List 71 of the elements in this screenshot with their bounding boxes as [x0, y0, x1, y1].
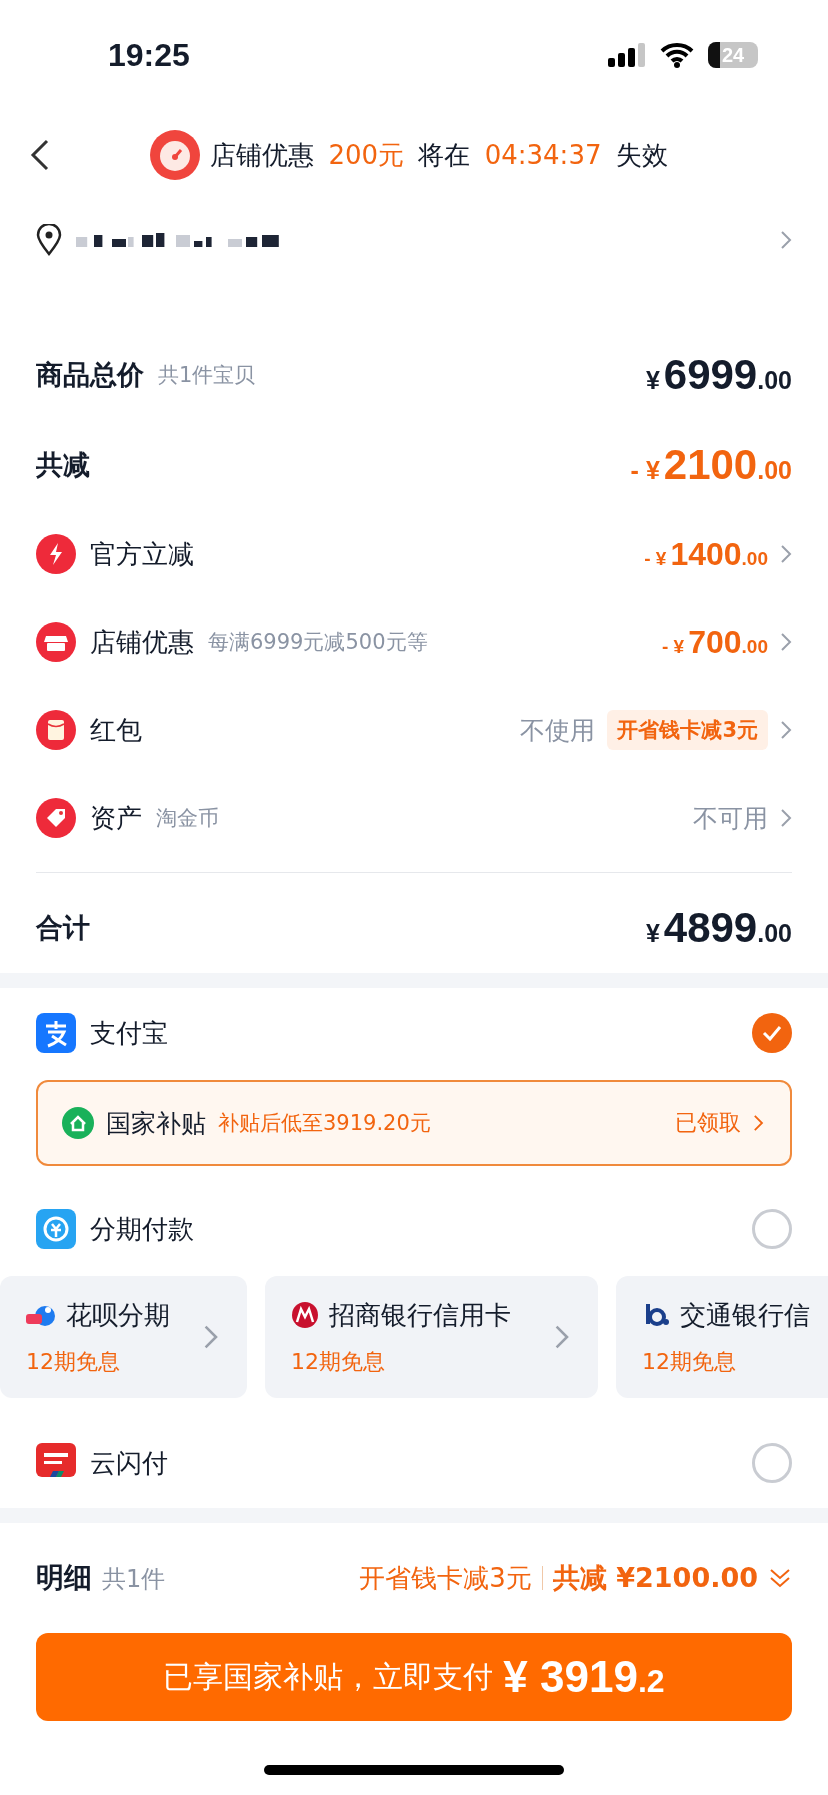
back-icon[interactable] — [30, 139, 50, 171]
discount-row[interactable]: 店铺优惠 每满6999元减500元等 - ¥700.00 — [36, 598, 792, 686]
row-label: 红包 — [90, 713, 142, 747]
plan-terms: 12期免息 — [26, 1347, 121, 1376]
store-icon — [36, 622, 76, 662]
battery-icon: 24 — [708, 42, 758, 68]
discount-row[interactable]: 红包 不使用 开省钱卡减3元 — [36, 686, 792, 774]
row-note: 共1件宝贝 — [158, 362, 256, 389]
installment-icon — [36, 1209, 76, 1249]
row-note: 每满6999元减500元等 — [208, 629, 428, 656]
installment-card[interactable]: 招商银行信用卡 12期免息 — [265, 1276, 598, 1398]
alarm-clock-icon — [150, 130, 201, 180]
price-amount: - ¥1400.00 — [644, 535, 768, 573]
row-value: 不可用 — [693, 802, 768, 835]
envelope-icon — [36, 710, 76, 750]
wifi-icon — [660, 42, 694, 68]
location-pin-icon — [36, 224, 62, 256]
bank-logo-icon — [291, 1301, 319, 1329]
row-label: 共减 — [36, 448, 90, 482]
signal-icon — [608, 43, 646, 67]
radio-button[interactable] — [752, 1209, 792, 1249]
subsidy-title: 国家补贴 — [106, 1107, 206, 1140]
discount-row[interactable]: 资产 淘金币 不可用 — [36, 774, 792, 862]
checkmark-icon — [762, 1025, 782, 1041]
plan-terms: 12期免息 — [291, 1347, 386, 1376]
row-label: 商品总价 — [36, 358, 144, 392]
chevron-right-icon — [780, 632, 792, 652]
lightning-icon — [36, 534, 76, 574]
item-count: 共1件 — [102, 1565, 166, 1593]
row-value: 不使用 — [520, 714, 596, 747]
discount-row[interactable]: 官方立减 - ¥1400.00 — [36, 510, 792, 598]
plan-terms: 12期免息 — [642, 1347, 737, 1376]
row-label: 合计 — [36, 911, 90, 945]
radio-button[interactable] — [752, 1443, 792, 1483]
plan-name: 招商银行信用卡 — [329, 1298, 511, 1332]
row-label: 官方立减 — [90, 537, 194, 571]
row-label: 店铺优惠 — [90, 625, 194, 659]
double-chevron-down-icon[interactable] — [768, 1566, 792, 1590]
details-title: 明细 — [36, 1561, 92, 1594]
promo-badge: 开省钱卡减3元 — [607, 710, 768, 750]
payment-label: 分期付款 — [90, 1212, 194, 1246]
total-saving: 共减 ¥2100.00 — [552, 1561, 758, 1595]
chevron-right-icon — [753, 1114, 764, 1132]
chevron-right-icon — [203, 1324, 219, 1350]
alipay-logo-icon — [36, 1013, 76, 1053]
promo-text: 开省钱卡减3元 — [359, 1561, 532, 1595]
plan-name: 交通银行信 — [680, 1298, 810, 1332]
plan-name: 花呗分期 — [66, 1298, 170, 1332]
subsidy-text: 补贴后低至3919.20元 — [218, 1110, 432, 1137]
chevron-right-icon — [780, 544, 792, 564]
tag-icon — [36, 798, 76, 838]
row-label: 资产 — [90, 801, 142, 835]
chevron-right-icon — [780, 720, 792, 740]
row-note: 淘金币 — [156, 805, 219, 832]
chevron-right-icon — [780, 808, 792, 828]
subsidy-status: 已领取 — [675, 1109, 742, 1137]
payment-label: 云闪付 — [90, 1446, 168, 1480]
payment-label: 支付宝 — [90, 1016, 168, 1050]
subsidy-icon — [62, 1107, 94, 1139]
subsidy-banner[interactable]: 国家补贴 补贴后低至3919.20元 已领取 — [36, 1080, 792, 1166]
price-amount: ¥4899.00 — [645, 904, 792, 952]
chevron-right-icon — [780, 230, 792, 250]
chevron-right-icon — [554, 1324, 570, 1350]
price-amount: ¥6999.00 — [645, 351, 792, 399]
discount-expiry-text: 店铺优惠 200元 将在 04:34:37 失效 — [210, 138, 668, 172]
installment-card[interactable]: 花呗分期 12期免息 — [0, 1276, 247, 1398]
price-amount: - ¥700.00 — [662, 623, 768, 661]
status-time: 19:25 — [108, 36, 190, 74]
price-amount: - ¥2100.00 — [630, 441, 792, 489]
radio-button[interactable] — [752, 1013, 792, 1053]
installment-card[interactable]: 交通银行信 12期免息 — [616, 1276, 828, 1398]
